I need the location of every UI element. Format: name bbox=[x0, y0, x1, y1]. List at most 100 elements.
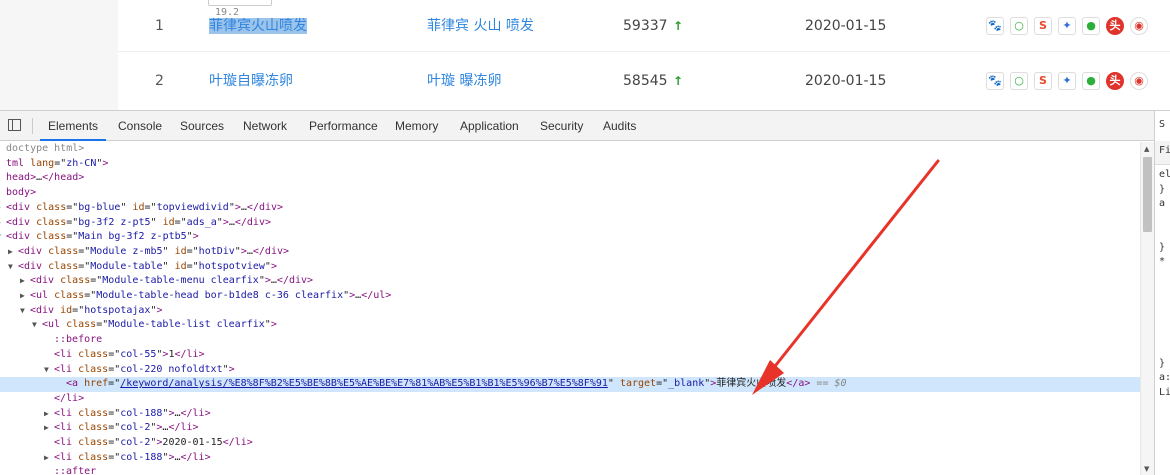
dom-node[interactable]: head>…</head> bbox=[0, 171, 1140, 186]
wechat-icon[interactable]: ● bbox=[1082, 17, 1100, 35]
styles-rule-line: Li bbox=[1159, 386, 1170, 398]
styles-tab[interactable]: S bbox=[1159, 119, 1165, 130]
dom-node-markup: head>…</head> bbox=[6, 172, 85, 184]
dom-node[interactable]: ▶ <li class="col-188">…</li> bbox=[0, 451, 1140, 466]
search-engine-links: 🐾 ○ S ✦ ● 头 ◉ bbox=[986, 17, 1148, 35]
weibo-icon[interactable]: ◉ bbox=[1130, 72, 1148, 90]
sogou-icon[interactable]: S bbox=[1034, 17, 1052, 35]
dom-node[interactable]: </li> bbox=[0, 392, 1140, 407]
dom-node[interactable]: ▼ <ul class="Module-table-list clearfix"> bbox=[0, 318, 1140, 333]
expand-triangle-icon[interactable]: ▶ bbox=[44, 451, 54, 466]
tab-application[interactable]: Application bbox=[460, 111, 519, 141]
scroll-down-icon[interactable]: ▼ bbox=[1144, 465, 1149, 473]
dom-node[interactable]: ▼<div class="Main bg-3f2 z-ptb5"> bbox=[0, 230, 1140, 245]
dom-node-markup: tml lang="zh-CN"> bbox=[6, 157, 109, 169]
sogou-icon[interactable]: S bbox=[1034, 72, 1052, 90]
tab-network[interactable]: Network bbox=[243, 111, 287, 141]
weibo-icon[interactable]: ◉ bbox=[1130, 17, 1148, 35]
collapse-triangle-icon[interactable]: ▼ bbox=[32, 318, 42, 333]
dom-node-markup: </li> bbox=[54, 392, 85, 404]
dom-node-markup: <li class="col-2">…</li> bbox=[54, 422, 199, 434]
expand-triangle-icon[interactable]: ▶ bbox=[44, 421, 54, 436]
scroll-up-icon[interactable]: ▲ bbox=[1144, 145, 1149, 153]
dom-node-markup: <div id="hotspotajax"> bbox=[30, 304, 163, 316]
styles-rule-line: a bbox=[1159, 198, 1166, 209]
dom-node[interactable]: ▼ <div class="Module-table" id="hotspotvi… bbox=[0, 260, 1140, 275]
dom-node[interactable]: ▶ <div class="Module-table-menu clearfix"… bbox=[0, 274, 1140, 289]
dom-node[interactable]: tml lang="zh-CN"> bbox=[0, 157, 1140, 172]
tab-memory[interactable]: Memory bbox=[395, 111, 438, 141]
baidu-icon[interactable]: 🐾 bbox=[986, 72, 1004, 90]
search-engine-links: 🐾 ○ S ✦ ● 头 ◉ bbox=[986, 72, 1148, 90]
toutiao-icon[interactable]: 头 bbox=[1106, 72, 1124, 90]
styles-rule-line: } bbox=[1159, 241, 1166, 253]
table-row: 2 叶璇自曝冻卵 叶璇 曝冻卵 58545 ↑ 2020-01-15 🐾 ○ S… bbox=[118, 55, 1170, 107]
dom-node[interactable]: ▶ <li class="col-188">…</li> bbox=[0, 407, 1140, 422]
styles-rule-line: a: bbox=[1159, 372, 1170, 383]
styles-rule-line: * bbox=[1159, 256, 1166, 267]
baidu-icon[interactable]: 🐾 bbox=[986, 17, 1004, 35]
tab-audits[interactable]: Audits bbox=[603, 111, 636, 141]
scroll-thumb[interactable] bbox=[1143, 157, 1152, 232]
shenma-icon[interactable]: ✦ bbox=[1058, 17, 1076, 35]
keyword-tags-link[interactable]: 菲律宾 火山 喷发 bbox=[427, 0, 534, 52]
dom-node-markup: <div class="bg-3f2 z-pt5" id="ads_a">…</… bbox=[6, 216, 271, 228]
expand-triangle-icon[interactable]: ▶ bbox=[20, 289, 30, 304]
dom-node-markup: <li class="col-220 nofoldtxt"> bbox=[54, 363, 235, 375]
dom-node[interactable]: body> bbox=[0, 186, 1140, 201]
collapse-triangle-icon[interactable]: ▼ bbox=[44, 363, 54, 378]
dom-node[interactable]: ::after bbox=[0, 465, 1140, 475]
collapse-triangle-icon[interactable]: ▼ bbox=[20, 304, 30, 319]
styles-rule-line: el bbox=[1159, 169, 1170, 180]
qihoo-icon[interactable]: ○ bbox=[1010, 72, 1028, 90]
dom-node[interactable]: <li class="col-55">1</li> bbox=[0, 348, 1140, 363]
dom-tree[interactable]: doctype html> tml lang="zh-CN"> head>…</he… bbox=[0, 142, 1140, 475]
dom-node[interactable]: ▶ <li class="col-2">…</li> bbox=[0, 421, 1140, 436]
row-date: 2020-01-15 bbox=[805, 73, 887, 89]
dom-tree-scrollbar[interactable]: ▲ ▼ bbox=[1140, 142, 1154, 475]
toutiao-icon[interactable]: 头 bbox=[1106, 17, 1124, 35]
dom-node-selected[interactable]: <a href="/keyword/analysis/%E8%8F%B2%E5%… bbox=[0, 377, 1140, 392]
tab-sources[interactable]: Sources bbox=[180, 111, 224, 141]
dock-side-icon[interactable] bbox=[8, 119, 21, 131]
dom-node-markup: <div class="Main bg-3f2 z-ptb5"> bbox=[6, 231, 199, 243]
wechat-icon[interactable]: ● bbox=[1082, 72, 1100, 90]
tab-performance[interactable]: Performance bbox=[309, 111, 378, 141]
page: 1 菲律宾火山喷发 菲律宾 火山 喷发 59337 ↑ 2020-01-15 🐾… bbox=[0, 0, 1170, 475]
dom-node[interactable]: <li class="col-2">2020-01-15</li> bbox=[0, 436, 1140, 451]
tab-security[interactable]: Security bbox=[540, 111, 583, 141]
dom-node-markup: ::after bbox=[54, 466, 97, 475]
dom-node[interactable]: ▼ <div id="hotspotajax"> bbox=[0, 304, 1140, 319]
dom-node-markup: doctype html> bbox=[6, 143, 85, 154]
styles-rule-line: } bbox=[1159, 183, 1166, 195]
search-count: 59337 bbox=[623, 18, 668, 34]
dom-node-markup: <li class="col-2">2020-01-15</li> bbox=[54, 437, 253, 448]
dom-node-markup: ::before bbox=[54, 334, 103, 346]
tab-console[interactable]: Console bbox=[118, 111, 162, 141]
tooltip-tag: a bbox=[215, 0, 221, 2]
dom-node[interactable]: ::before bbox=[0, 333, 1140, 348]
qihoo-icon[interactable]: ○ bbox=[1010, 17, 1028, 35]
tab-elements[interactable]: Elements bbox=[39, 111, 107, 141]
shenma-icon[interactable]: ✦ bbox=[1058, 72, 1076, 90]
devtools-tabbar: Elements Console Sources Network Perform… bbox=[0, 111, 1170, 141]
dom-node[interactable]: ▼ <li class="col-220 nofoldtxt"> bbox=[0, 363, 1140, 378]
row-divider bbox=[118, 51, 1170, 52]
dom-node[interactable]: ▶ <ul class="Module-table-head bor-b1de8 … bbox=[0, 289, 1140, 304]
row-index: 2 bbox=[155, 73, 164, 89]
styles-pane[interactable]: S Fi el} a} *} a: Li bbox=[1154, 111, 1170, 475]
collapse-triangle-icon[interactable]: ▼ bbox=[8, 260, 18, 275]
dom-node-markup: <div class="Module-table" id="hotspotvie… bbox=[18, 260, 277, 272]
dom-node[interactable]: ▶<div class="bg-3f2 z-pt5" id="ads_a">…<… bbox=[0, 216, 1140, 231]
dom-node[interactable]: doctype html> bbox=[0, 142, 1140, 157]
keyword-tags-link[interactable]: 叶璇 曝冻卵 bbox=[427, 55, 501, 107]
expand-triangle-icon[interactable]: ▶ bbox=[20, 274, 30, 289]
expand-triangle-icon[interactable]: ▶ bbox=[44, 407, 54, 422]
table-row: 1 菲律宾火山喷发 菲律宾 火山 喷发 59337 ↑ 2020-01-15 🐾… bbox=[118, 0, 1170, 52]
keyword-link[interactable]: 叶璇自曝冻卵 bbox=[209, 55, 293, 107]
dom-node[interactable]: ▶ <div class="Module z-mb5" id="hotDiv">…… bbox=[0, 245, 1140, 260]
dom-node[interactable]: ▶<div class="bg-blue" id="topviewdivid">… bbox=[0, 201, 1140, 216]
styles-filter-input[interactable]: Fi bbox=[1159, 145, 1170, 156]
trend-up-icon: ↑ bbox=[673, 74, 684, 88]
expand-triangle-icon[interactable]: ▶ bbox=[8, 245, 18, 260]
